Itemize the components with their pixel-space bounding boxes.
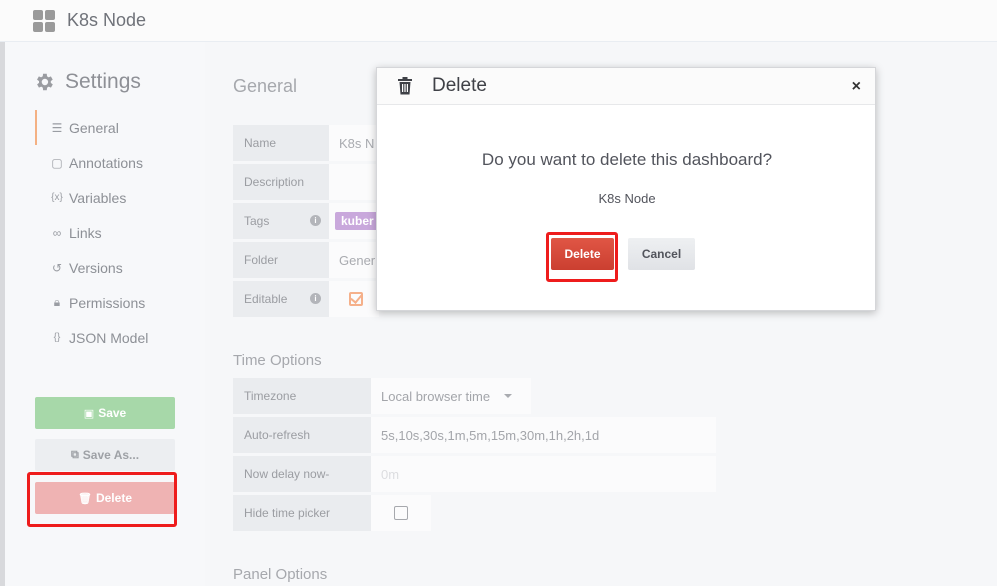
settings-nav: ☰ General ▢ Annotations {x} Variables ∞ … <box>35 110 148 355</box>
trash-icon <box>398 77 412 95</box>
sidebar-item-label: Permissions <box>69 294 146 311</box>
modal-question: Do you want to delete this dashboard? <box>481 150 773 169</box>
settings-sidebar: Settings ☰ General ▢ Annotations {x} Var… <box>5 42 205 586</box>
gear-icon <box>37 73 53 91</box>
timezone-select[interactable]: Local browser time <box>371 378 531 414</box>
folder-label: Folder <box>233 242 329 278</box>
auto-refresh-label: Auto-refresh <box>233 417 371 453</box>
json-icon: {} <box>53 332 61 343</box>
name-label: Name <box>233 125 329 161</box>
hide-time-picker-checkbox[interactable] <box>394 506 408 520</box>
sidebar-item-links[interactable]: ∞ Links <box>35 215 148 250</box>
save-as-label: Save As... <box>82 448 140 462</box>
lock-icon: 🔒︎ <box>53 295 61 309</box>
sidebar-item-variables[interactable]: {x} Variables <box>35 180 148 215</box>
close-icon[interactable]: × <box>852 78 861 96</box>
sidebar-item-annotations[interactable]: ▢ Annotations <box>35 145 148 180</box>
general-section-title: General <box>233 76 298 96</box>
modal-header: Delete × <box>377 68 875 105</box>
history-icon: ↺ <box>51 260 63 275</box>
modal-title: Delete <box>432 75 487 96</box>
sidebar-item-versions[interactable]: ↺ Versions <box>35 250 148 285</box>
sidebar-item-label: Versions <box>69 259 123 276</box>
settings-heading: Settings <box>33 70 141 94</box>
variable-icon: {x} <box>51 192 63 203</box>
save-button[interactable]: ▣ Save <box>35 397 175 429</box>
modal-dashboard-name: K8s Node <box>598 191 656 206</box>
cancel-button[interactable]: Cancel <box>628 238 695 270</box>
sidebar-item-label: Variables <box>69 189 127 206</box>
sidebar-item-label: Annotations <box>69 154 143 171</box>
editable-checkbox-cell <box>329 281 379 317</box>
settings-title: Settings <box>65 70 141 93</box>
sidebar-item-general[interactable]: ☰ General <box>35 110 148 145</box>
time-options-title: Time Options <box>233 352 322 369</box>
comment-icon: ▢ <box>51 155 63 170</box>
chevron-down-icon <box>504 394 513 398</box>
auto-refresh-input[interactable]: 5s,10s,30s,1m,5m,15m,30m,1h,2h,1d <box>371 417 716 453</box>
top-navbar: K8s Node <box>0 0 997 42</box>
sidebar-item-label: General <box>69 119 119 136</box>
save-icon: ▣ <box>83 407 95 420</box>
link-icon: ∞ <box>52 225 62 240</box>
copy-icon: ⧉ <box>70 448 79 461</box>
save-as-button[interactable]: ⧉ Save As... <box>35 439 175 471</box>
dashboard-title[interactable]: K8s Node <box>67 10 146 31</box>
info-icon[interactable]: i <box>310 215 321 226</box>
save-label: Save <box>98 406 127 420</box>
timezone-label: Timezone <box>233 378 371 414</box>
hide-time-picker-label: Hide time picker <box>233 495 371 531</box>
editable-checkbox[interactable] <box>349 292 363 306</box>
sidebar-item-permissions[interactable]: 🔒︎ Permissions <box>35 285 148 320</box>
sidebar-item-label: JSON Model <box>69 329 149 346</box>
now-delay-label: Now delay now- <box>233 456 371 492</box>
tags-label: Tags i <box>233 203 329 239</box>
sliders-icon: ☰ <box>51 120 63 135</box>
dashboard-grid-icon[interactable] <box>33 9 55 32</box>
delete-dashboard-modal: Delete × Do you want to delete this dash… <box>376 67 876 311</box>
description-label: Description <box>233 164 329 200</box>
editable-label: Editable i <box>233 281 329 317</box>
info-icon[interactable]: i <box>310 293 321 304</box>
hide-time-picker-cell <box>371 495 431 531</box>
highlight-box-modal-delete <box>546 232 618 282</box>
panel-options-title: Panel Options <box>233 566 328 583</box>
sidebar-item-label: Links <box>69 224 102 241</box>
highlight-box-sidebar-delete <box>27 472 177 527</box>
sidebar-item-json-model[interactable]: {} JSON Model <box>35 320 149 355</box>
tag-chip[interactable]: kuber <box>335 212 380 230</box>
now-delay-input[interactable]: 0m <box>371 456 716 492</box>
